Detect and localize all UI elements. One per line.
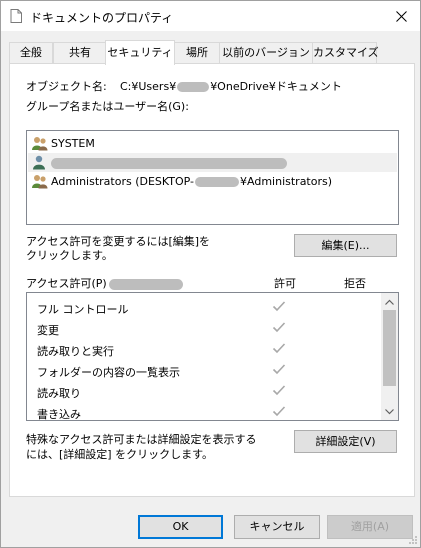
user-name: Administrators (DESKTOP- ¥Administrators) [51,175,332,188]
permission-name: 読み取りと実行 [37,345,114,358]
chevron-up-icon [385,299,394,305]
redacted-hostname [195,177,240,187]
tab-security[interactable]: セキュリティ [105,40,175,65]
advanced-hint-line1: 特殊なアクセス許可または詳細設定を表示する [26,433,257,446]
users-group-icon [32,137,48,151]
scroll-down-button[interactable] [381,403,398,420]
check-icon [272,364,286,375]
tab-general[interactable]: 全般 [9,42,53,63]
object-path-suffix: ¥OneDrive¥ドキュメント [210,80,342,93]
user-icon [33,155,45,170]
chevron-down-icon [385,408,394,414]
permission-row: 読み取り [27,381,381,402]
advanced-hint-line2: には、[詳細設定] をクリックします。 [26,448,213,461]
tab-location[interactable]: 場所 [174,42,220,63]
redacted-perm-user [108,278,183,290]
permission-row: フォルダーの内容の一覧表示 [27,360,381,381]
permission-name: 書き込み [37,408,81,421]
user-name-prefix: Administrators (DESKTOP- [51,175,195,188]
document-icon [10,9,22,23]
permission-row: 変更 [27,318,381,339]
close-button[interactable] [382,1,420,31]
check-icon [272,385,286,396]
scroll-thumb[interactable] [383,310,396,386]
title-bar[interactable]: ドキュメントのプロパティ [1,1,420,31]
permission-name: 読み取り [37,387,81,400]
permission-name: フォルダーの内容の一覧表示 [37,366,180,379]
check-icon [272,301,286,312]
tab-sharing[interactable]: 共有 [53,42,107,63]
advanced-button[interactable]: 詳細設定(V) [294,430,397,453]
deny-header: 拒否 [344,277,366,290]
permissions-label-text: アクセス許可(P) [26,277,107,290]
permission-row: フル コントロール [27,297,381,318]
ok-button[interactable]: OK [138,515,223,539]
user-name-redacted [51,156,287,169]
object-path-prefix: C:¥Users¥ [120,80,177,93]
close-icon [395,10,407,22]
list-item[interactable] [28,153,397,172]
scroll-up-button[interactable] [381,293,398,310]
check-icon [272,322,286,333]
object-name-label: オブジェクト名: [26,80,107,93]
permissions-list[interactable]: フル コントロール 変更 読み取りと実行 フォルダーの内容の一覧表示 読み取り … [26,292,399,421]
user-name-suffix: ¥Administrators) [240,175,333,188]
permission-row: 読み取りと実行 [27,339,381,360]
tab-strip: 全般 共有 セキュリティ 場所 以前のバージョン カスタマイズ [9,40,413,65]
user-list[interactable]: SYSTEM Administrators (DESKTOP- ¥Administ… [26,130,399,225]
group-user-label: グループ名またはユーザー名(G): [26,100,189,113]
edit-button[interactable]: 編集(E)... [294,234,397,257]
users-group-icon [32,175,48,189]
cancel-button[interactable]: キャンセル [234,515,320,539]
user-name: SYSTEM [51,137,95,150]
window-title: ドキュメントのプロパティ [30,11,174,25]
permissions-scrollbar[interactable] [381,293,398,420]
permission-name: フル コントロール [37,303,129,316]
properties-window: ドキュメントのプロパティ 全般 共有 セキュリティ 場所 以前のバージョン カス… [0,0,421,548]
check-icon [272,343,286,354]
security-panel: オブジェクト名: C:¥Users¥ ¥OneDrive¥ドキュメント グループ名… [9,63,415,497]
object-path: C:¥Users¥ ¥OneDrive¥ドキュメント [120,78,342,94]
redacted-username [177,82,210,92]
resize-grip-icon[interactable] [408,535,418,545]
apply-button[interactable]: 適用(A) [327,515,413,539]
list-item[interactable]: Administrators (DESKTOP- ¥Administrators) [28,172,397,191]
permissions-label: アクセス許可(P) [26,275,183,291]
list-item[interactable]: SYSTEM [28,134,397,153]
redacted-user [51,157,287,169]
edit-hint-line2: クリックします。 [26,249,113,262]
permission-row: 書き込み [27,402,381,421]
tab-previous-versions[interactable]: 以前のバージョン [219,42,313,63]
check-icon [272,406,286,417]
tab-customize[interactable]: カスタマイズ [312,42,379,63]
permission-name: 変更 [37,324,59,337]
allow-header: 許可 [274,277,296,290]
